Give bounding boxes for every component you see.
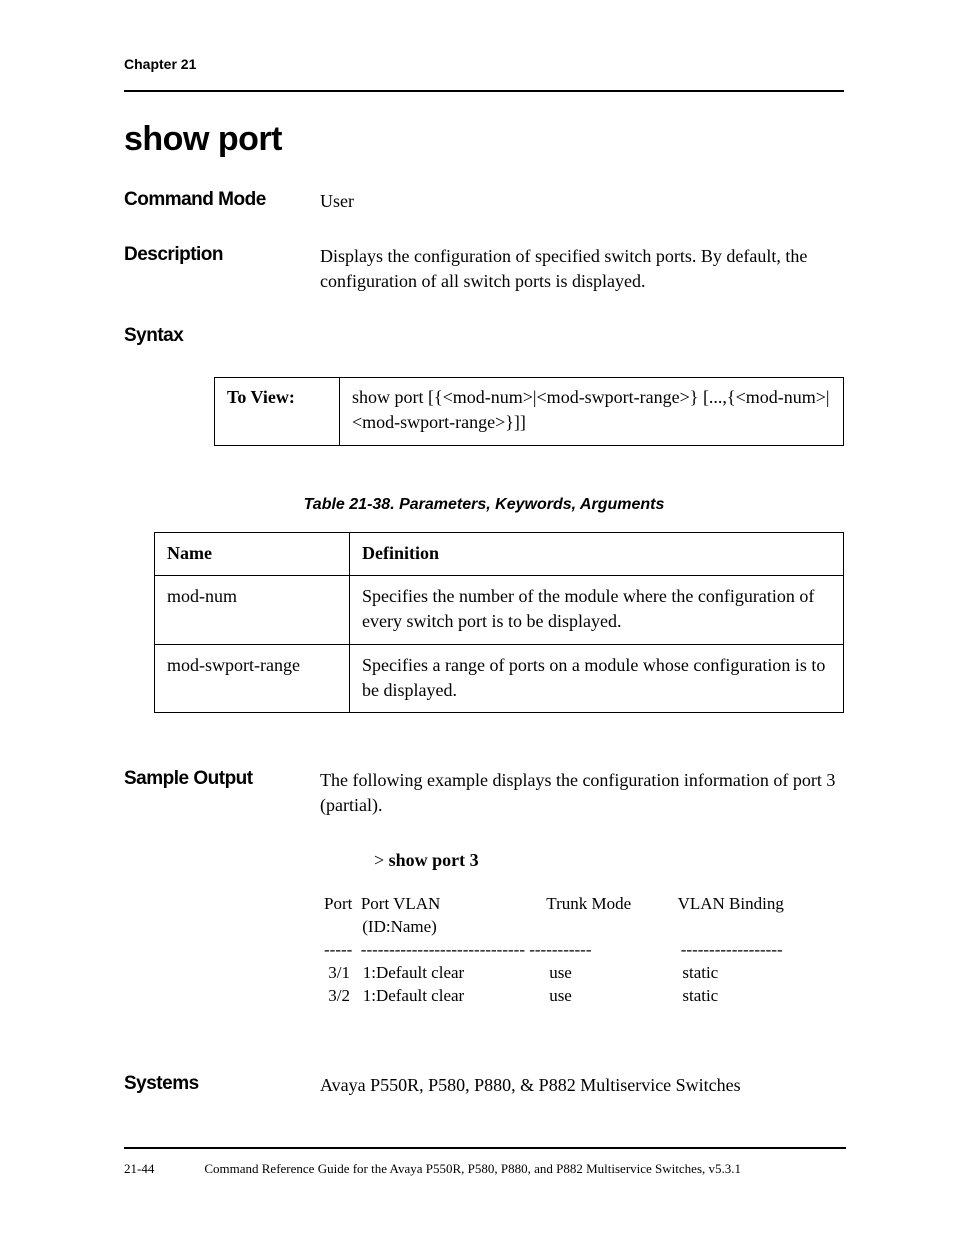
syntax-table-header: To View: [215, 377, 340, 445]
row-systems: Systems Avaya P550R, P580, P880, & P882 … [124, 1073, 844, 1098]
value-systems: Avaya P550R, P580, P880, & P882 Multiser… [320, 1073, 844, 1098]
params-caption: Table 21-38. Parameters, Keywords, Argum… [124, 496, 844, 514]
params-table-header-row: Name Definition [155, 532, 844, 575]
params-table-row: mod-swport-range Specifies a range of po… [155, 644, 844, 712]
sample-output-block: Port Port VLAN Trunk Mode VLAN Binding (… [324, 893, 844, 1008]
prompt-command: show port 3 [389, 850, 479, 870]
label-syntax: Syntax [124, 325, 320, 347]
prompt-symbol: > [374, 850, 389, 870]
params-td-name: mod-num [155, 576, 350, 644]
page-footer: 21-44 Command Reference Guide for the Av… [124, 1141, 846, 1178]
label-systems: Systems [124, 1073, 320, 1095]
label-description: Description [124, 244, 320, 266]
footer-rule [124, 1147, 846, 1149]
syntax-table-body: show port [{<mod-num>|<mod-swport-range>… [340, 377, 844, 445]
params-td-name: mod-swport-range [155, 644, 350, 712]
params-th-definition: Definition [350, 532, 844, 575]
syntax-table: To View: show port [{<mod-num>|<mod-swpo… [214, 377, 844, 446]
row-syntax: Syntax [124, 325, 844, 347]
value-command-mode: User [320, 189, 844, 214]
params-table: Name Definition mod-num Specifies the nu… [154, 532, 844, 713]
document-page: Chapter 21 show port Command Mode User D… [0, 0, 954, 1235]
params-th-name: Name [155, 532, 350, 575]
label-command-mode: Command Mode [124, 189, 320, 211]
footer-line: 21-44 Command Reference Guide for the Av… [124, 1161, 846, 1177]
header-rule [124, 90, 844, 92]
page-title: show port [124, 120, 844, 159]
syntax-table-row: To View: show port [{<mod-num>|<mod-swpo… [215, 377, 844, 445]
sample-prompt: > show port 3 [374, 850, 844, 871]
value-description: Displays the configuration of specified … [320, 244, 844, 294]
params-td-definition: Specifies the number of the module where… [350, 576, 844, 644]
value-sample-output: The following example displays the confi… [320, 768, 844, 818]
row-command-mode: Command Mode User [124, 189, 844, 214]
row-description: Description Displays the configuration o… [124, 244, 844, 294]
label-sample-output: Sample Output [124, 768, 320, 790]
running-head: Chapter 21 [124, 56, 844, 72]
params-table-row: mod-num Specifies the number of the modu… [155, 576, 844, 644]
footer-page-number: 21-44 [124, 1161, 204, 1177]
params-td-definition: Specifies a range of ports on a module w… [350, 644, 844, 712]
footer-text: Command Reference Guide for the Avaya P5… [204, 1161, 846, 1177]
row-sample-output: Sample Output The following example disp… [124, 768, 844, 818]
